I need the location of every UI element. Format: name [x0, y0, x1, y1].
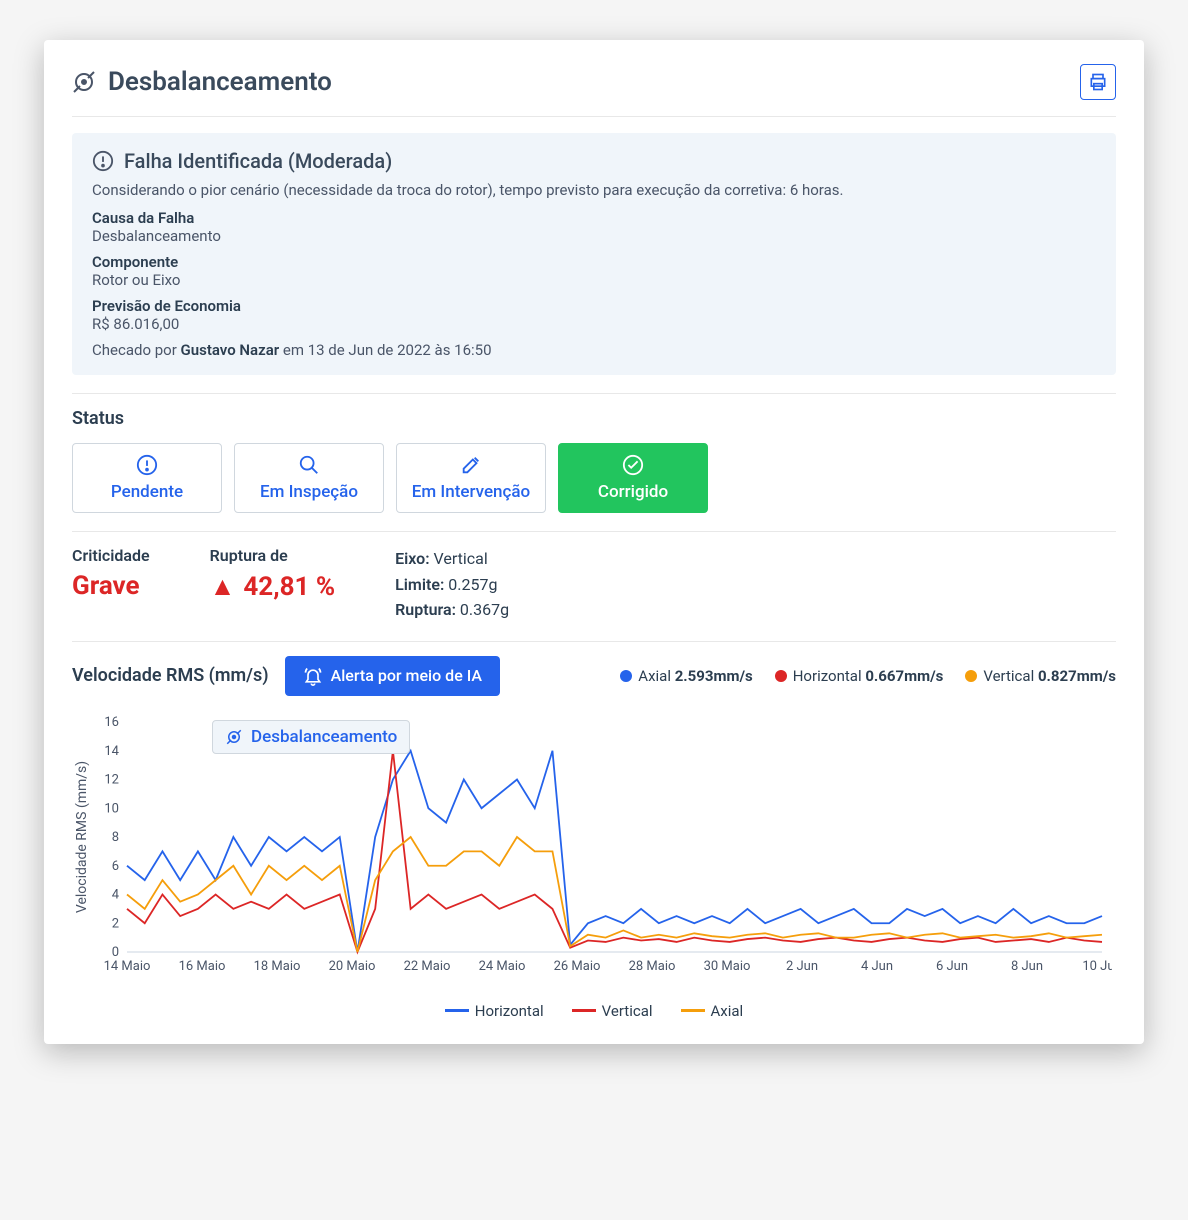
- status-icon: [298, 454, 320, 476]
- rupture-value: 42,81 %: [243, 572, 335, 602]
- metrics-row: Criticidade Grave Ruptura de ▲ 42,81 % E…: [72, 546, 1116, 623]
- chart-title: Velocidade RMS (mm/s): [72, 665, 269, 686]
- rupture-label: Ruptura de: [210, 546, 335, 565]
- imbalance-icon: [225, 728, 243, 746]
- status-option[interactable]: Em Inspeção: [234, 443, 384, 513]
- component-value: Rotor ou Eixo: [92, 271, 1096, 289]
- svg-text:30 Maio: 30 Maio: [704, 959, 751, 974]
- alert-description: Considerando o pior cenário (necessidade…: [92, 181, 1096, 199]
- legend-bottom: Horizontal Vertical Axial: [72, 1002, 1116, 1020]
- svg-text:26 Maio: 26 Maio: [554, 959, 601, 974]
- svg-text:4 Jun: 4 Jun: [861, 959, 893, 974]
- alert-title: Falha Identificada (Moderada): [124, 149, 392, 173]
- legend-item: Axial: [681, 1002, 744, 1020]
- savings-value: R$ 86.016,00: [92, 315, 1096, 333]
- svg-text:Velocidade RMS (mm/s): Velocidade RMS (mm/s): [74, 761, 90, 913]
- criticality-label: Criticidade: [72, 546, 150, 565]
- fault-alert-box: Falha Identificada (Moderada) Consideran…: [72, 133, 1116, 375]
- ai-alert-button[interactable]: Alerta por meio de IA: [285, 656, 500, 696]
- chart-area: Desbalanceamento 0 2 4 6 8 10 12 14 16 Velocidade…: [72, 712, 1116, 992]
- cause-value: Desbalanceamento: [92, 227, 1096, 245]
- status-options: PendenteEm InspeçãoEm IntervençãoCorrigi…: [72, 443, 1116, 513]
- svg-text:14: 14: [104, 744, 119, 759]
- svg-text:6: 6: [112, 859, 119, 874]
- page-title: Desbalanceamento: [108, 67, 332, 97]
- status-heading: Status: [72, 408, 1116, 429]
- status-option[interactable]: Corrigido: [558, 443, 708, 513]
- print-button[interactable]: [1080, 64, 1116, 100]
- imbalance-icon: [72, 70, 96, 94]
- legend-item: Axial 2.593mm/s: [620, 667, 752, 685]
- chart-header: Velocidade RMS (mm/s) Alerta por meio de…: [72, 656, 1116, 696]
- legend-item: Horizontal 0.667mm/s: [775, 667, 944, 685]
- svg-text:22 Maio: 22 Maio: [404, 959, 451, 974]
- checked-by: Checado por Gustavo Nazar em 13 de Jun d…: [92, 341, 1096, 359]
- legend-item: Horizontal: [445, 1002, 544, 1020]
- legend-item: Vertical: [572, 1002, 653, 1020]
- cause-label: Causa da Falha: [92, 209, 1096, 227]
- svg-text:8 Jun: 8 Jun: [1011, 959, 1043, 974]
- svg-text:16 Maio: 16 Maio: [179, 959, 226, 974]
- component-label: Componente: [92, 253, 1096, 271]
- legend-top: Axial 2.593mm/s Horizontal 0.667mm/s Verti…: [620, 667, 1116, 685]
- bell-icon: [303, 666, 323, 686]
- status-option[interactable]: Em Intervenção: [396, 443, 546, 513]
- status-option[interactable]: Pendente: [72, 443, 222, 513]
- line-chart: 0 2 4 6 8 10 12 14 16 Velocidade RMS (mm/s) 14 Mai…: [72, 712, 1112, 992]
- warning-icon: [92, 150, 114, 172]
- svg-text:18 Maio: 18 Maio: [254, 959, 301, 974]
- savings-label: Previsão de Economia: [92, 297, 1096, 315]
- card-header: Desbalanceamento: [72, 64, 1116, 117]
- svg-text:4: 4: [112, 887, 120, 902]
- legend-item: Vertical 0.827mm/s: [965, 667, 1116, 685]
- svg-text:16: 16: [104, 715, 119, 730]
- svg-text:0: 0: [112, 945, 119, 960]
- svg-text:10: 10: [104, 801, 119, 816]
- status-icon: [460, 454, 482, 476]
- detail-card: Desbalanceamento Falha Identificada (Mod…: [44, 40, 1144, 1044]
- status-icon: [136, 454, 158, 476]
- svg-text:2 Jun: 2 Jun: [786, 959, 818, 974]
- svg-text:10 Jun: 10 Jun: [1082, 959, 1112, 974]
- svg-text:8: 8: [112, 830, 119, 845]
- svg-text:12: 12: [104, 772, 119, 787]
- chart-tooltip: Desbalanceamento: [212, 720, 410, 754]
- svg-text:20 Maio: 20 Maio: [329, 959, 376, 974]
- print-icon: [1088, 72, 1108, 92]
- svg-text:24 Maio: 24 Maio: [479, 959, 526, 974]
- svg-text:2: 2: [112, 916, 119, 931]
- svg-text:6 Jun: 6 Jun: [936, 959, 968, 974]
- svg-text:28 Maio: 28 Maio: [629, 959, 676, 974]
- criticality-value: Grave: [72, 571, 150, 601]
- status-icon: [622, 454, 644, 476]
- svg-text:14 Maio: 14 Maio: [104, 959, 151, 974]
- triangle-up-icon: ▲: [210, 571, 236, 602]
